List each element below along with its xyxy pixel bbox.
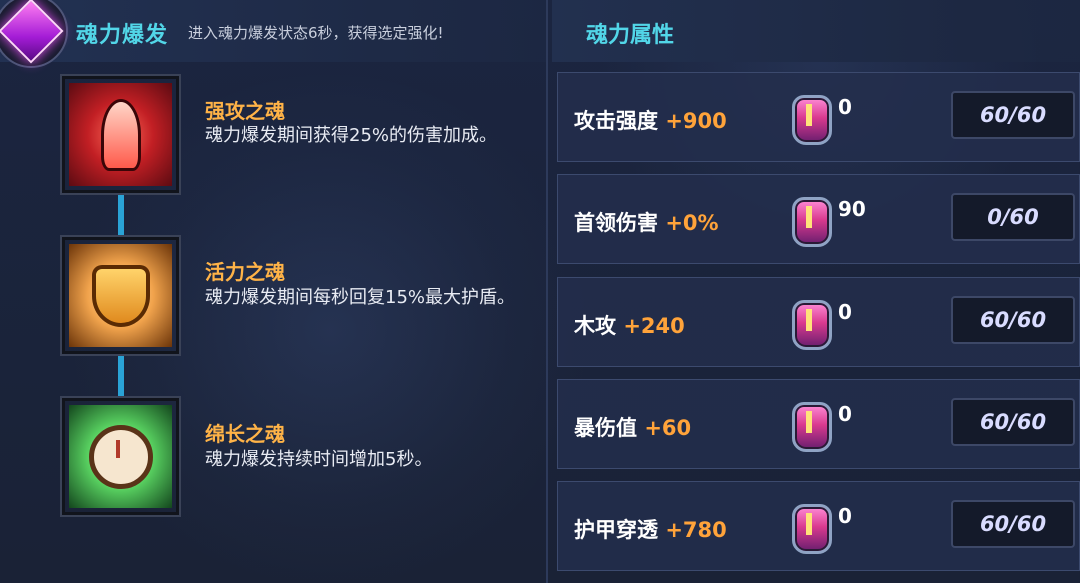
soul-burst-title: 魂力爆发 xyxy=(76,23,169,48)
skill-slot-endurance[interactable] xyxy=(62,398,179,515)
skill-art xyxy=(69,405,172,508)
soul-attributes-title: 魂力属性 xyxy=(586,23,675,48)
skill-description: 魂力爆发期间每秒回复15%最大护盾。 xyxy=(205,287,516,308)
attribute-row[interactable]: 首领伤害 +0% 90 0/60 xyxy=(557,174,1080,264)
attribute-name: 首领伤害 xyxy=(574,211,658,235)
attribute-progress: 60/60 xyxy=(951,398,1075,446)
soul-burst-panel: 魂力爆发 进入魂力爆发状态6秒，获得选定强化! 强攻之魂 魂力爆发期间获得25%… xyxy=(0,0,548,583)
attribute-progress: 60/60 xyxy=(951,91,1075,139)
skill-description: 魂力爆发期间获得25%的伤害加成。 xyxy=(205,125,498,146)
gem-count: 90 xyxy=(838,197,866,221)
attribute-label: 首领伤害 +0% xyxy=(574,207,719,237)
skill-art xyxy=(69,244,172,347)
attribute-name: 木攻 xyxy=(574,314,616,338)
attribute-progress: 0/60 xyxy=(951,193,1075,241)
attribute-bonus: +900 xyxy=(665,109,727,133)
attribute-progress: 60/60 xyxy=(951,296,1075,344)
attribute-name: 暴伤值 xyxy=(574,416,637,440)
attribute-label: 攻击强度 +900 xyxy=(574,105,727,135)
gem-icon xyxy=(792,402,832,452)
gem-icon xyxy=(792,95,832,145)
skill-name: 活力之魂 xyxy=(205,260,285,284)
gem-icon xyxy=(792,300,832,350)
attribute-progress: 60/60 xyxy=(951,500,1075,548)
attribute-bonus: +60 xyxy=(644,416,692,440)
gem-count: 0 xyxy=(838,402,852,426)
skill-slot-strong-attack[interactable] xyxy=(62,76,179,193)
crystal-icon xyxy=(0,0,64,64)
attribute-name: 攻击强度 xyxy=(574,109,658,133)
gem-icon xyxy=(792,197,832,247)
attribute-row[interactable]: 攻击强度 +900 0 60/60 xyxy=(557,72,1080,162)
skill-connector xyxy=(118,193,124,239)
attribute-name: 护甲穿透 xyxy=(574,518,658,542)
attribute-bonus: +0% xyxy=(665,211,719,235)
skill-name: 强攻之魂 xyxy=(205,99,285,123)
shield-icon xyxy=(91,264,150,327)
clock-icon xyxy=(88,424,153,489)
panel-divider xyxy=(546,0,548,583)
skill-art xyxy=(69,83,172,186)
gem-count: 0 xyxy=(838,95,852,119)
soul-burst-description: 进入魂力爆发状态6秒，获得选定强化! xyxy=(188,24,444,42)
attribute-row[interactable]: 木攻 +240 0 60/60 xyxy=(557,277,1080,367)
gem-count: 0 xyxy=(838,300,852,324)
gem-count: 0 xyxy=(838,504,852,528)
gem-icon xyxy=(792,504,832,554)
attribute-label: 暴伤值 +60 xyxy=(574,412,691,442)
skill-name: 绵长之魂 xyxy=(205,422,285,446)
attribute-row[interactable]: 护甲穿透 +780 0 60/60 xyxy=(557,481,1080,571)
skill-slot-vitality[interactable] xyxy=(62,237,179,354)
flame-icon xyxy=(100,98,141,171)
skill-description: 魂力爆发持续时间增加5秒。 xyxy=(205,449,433,470)
attribute-label: 木攻 +240 xyxy=(574,310,685,340)
attribute-row[interactable]: 暴伤值 +60 0 60/60 xyxy=(557,379,1080,469)
attribute-bonus: +780 xyxy=(665,518,727,542)
attribute-bonus: +240 xyxy=(623,314,685,338)
skill-connector xyxy=(118,354,124,400)
attribute-label: 护甲穿透 +780 xyxy=(574,514,727,544)
